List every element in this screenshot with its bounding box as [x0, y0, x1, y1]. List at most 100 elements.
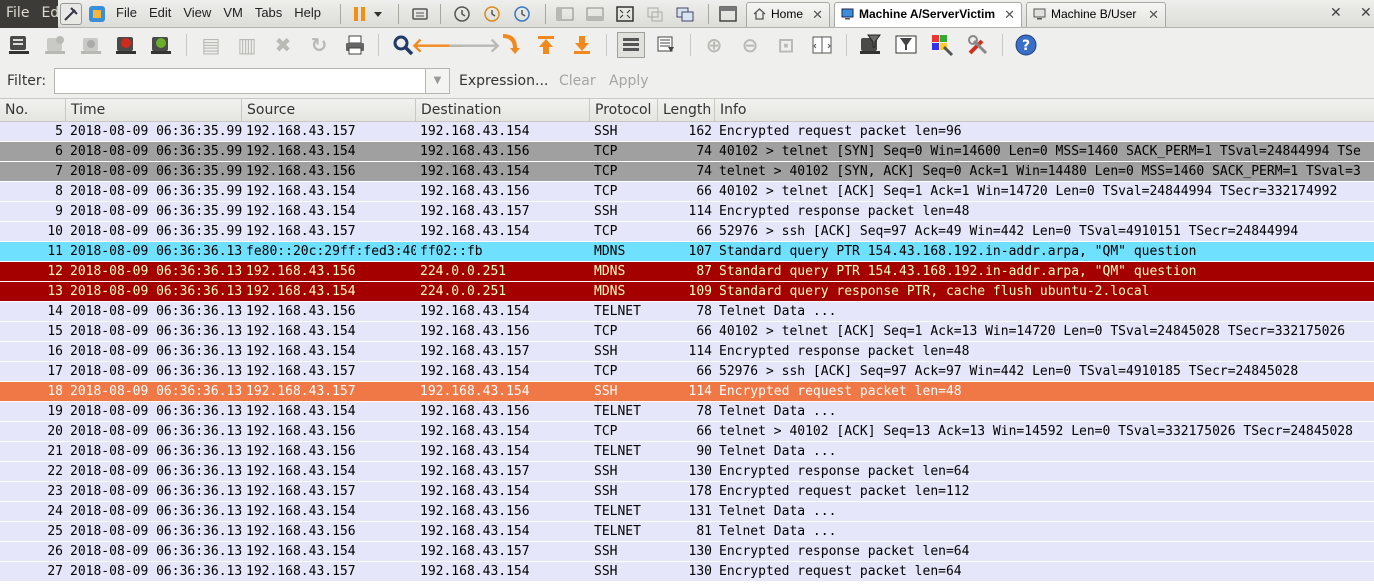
- expression-button[interactable]: Expression...: [459, 73, 548, 89]
- console-view-icon[interactable]: [585, 4, 605, 24]
- table-row[interactable]: 23 2018-08-09 06:36:36.13 192.168.43.157 19…: [0, 482, 1374, 502]
- column-header-source[interactable]: Source: [242, 99, 416, 121]
- tab-machine-b[interactable]: Machine B/User ✕: [1026, 2, 1166, 27]
- tab-home[interactable]: Home ✕: [746, 2, 830, 27]
- go-forward-icon[interactable]: 🡒: [447, 32, 501, 58]
- separator: [708, 4, 709, 24]
- pause-icon[interactable]: [350, 4, 370, 24]
- resize-columns-icon[interactable]: [809, 32, 835, 58]
- restart-capture-icon[interactable]: [148, 32, 174, 58]
- table-row[interactable]: 18 2018-08-09 06:36:36.13 192.168.43.157 19…: [0, 382, 1374, 402]
- close-icon[interactable]: ✕: [1360, 0, 1372, 26]
- colorize-icon[interactable]: [617, 32, 645, 58]
- tab-machine-a[interactable]: Machine A/ServerVictim ✕: [834, 2, 1022, 27]
- close-icon[interactable]: ✕: [1148, 3, 1159, 26]
- chevron-down-icon[interactable]: [372, 4, 384, 24]
- close-file-icon[interactable]: ✖: [270, 32, 296, 58]
- table-row[interactable]: 7 2018-08-09 06:36:35.99 192.168.43.156 192…: [0, 162, 1374, 182]
- table-row[interactable]: 16 2018-08-09 06:36:36.13 192.168.43.154 19…: [0, 342, 1374, 362]
- vm-menu-help[interactable]: Help: [288, 0, 327, 26]
- table-row[interactable]: 24 2018-08-09 06:36:36.13 192.168.43.154 19…: [0, 502, 1374, 522]
- table-row[interactable]: 10 2018-08-09 06:36:35.99 192.168.43.157 19…: [0, 222, 1374, 242]
- table-row[interactable]: 8 2018-08-09 06:36:35.99 192.168.43.154 192…: [0, 182, 1374, 202]
- table-row[interactable]: 20 2018-08-09 06:36:36.13 192.168.43.156 19…: [0, 422, 1374, 442]
- capture-filters-icon[interactable]: [857, 32, 883, 58]
- apply-button[interactable]: Apply: [609, 73, 649, 89]
- table-row[interactable]: 17 2018-08-09 06:36:36.13 192.168.43.157 19…: [0, 362, 1374, 382]
- table-row[interactable]: 12 2018-08-09 06:36:36.13 192.168.43.156 22…: [0, 262, 1374, 282]
- open-file-icon[interactable]: ▤: [198, 32, 224, 58]
- close-icon[interactable]: ✕: [1330, 0, 1342, 26]
- vm-menu-view[interactable]: View: [177, 0, 217, 26]
- cell-no: 26: [47, 544, 63, 559]
- send-keys-icon[interactable]: [410, 4, 430, 24]
- cell-info: 52976 > ssh [ACK] Seq=97 Ack=97 Win=442 …: [719, 364, 1299, 379]
- table-row[interactable]: 27 2018-08-09 06:36:36.13 192.168.43.157 19…: [0, 562, 1374, 582]
- interfaces-icon[interactable]: [6, 32, 32, 58]
- column-header-info[interactable]: Info: [715, 99, 1374, 121]
- table-row[interactable]: 14 2018-08-09 06:36:36.13 192.168.43.156 19…: [0, 302, 1374, 322]
- cell-source: 192.168.43.154: [246, 404, 356, 419]
- stop-capture-icon[interactable]: [113, 32, 139, 58]
- coloring-rules-icon[interactable]: [929, 32, 955, 58]
- table-row[interactable]: 15 2018-08-09 06:36:36.13 192.168.43.154 19…: [0, 322, 1374, 342]
- table-row[interactable]: 21 2018-08-09 06:36:36.13 192.168.43.156 19…: [0, 442, 1374, 462]
- table-row[interactable]: 5 2018-08-09 06:36:35.99 192.168.43.157 192…: [0, 122, 1374, 142]
- column-header-protocol[interactable]: Protocol: [590, 99, 658, 121]
- zoom-in-icon[interactable]: ⊕: [701, 32, 727, 58]
- svg-text:?: ?: [1022, 38, 1030, 54]
- table-row[interactable]: 6 2018-08-09 06:36:35.99 192.168.43.154 192…: [0, 142, 1374, 162]
- pin-icon[interactable]: [60, 3, 82, 25]
- cell-no: 22: [47, 464, 63, 479]
- preferences-icon[interactable]: [965, 32, 991, 58]
- vm-menu-vm[interactable]: VM: [217, 0, 249, 26]
- unity-icon[interactable]: [645, 4, 665, 24]
- table-row[interactable]: 22 2018-08-09 06:36:36.13 192.168.43.154 19…: [0, 462, 1374, 482]
- fullscreen-icon[interactable]: [615, 4, 635, 24]
- vm-menu-file[interactable]: File: [110, 0, 143, 26]
- filter-input[interactable]: [54, 68, 426, 94]
- separator: [1002, 34, 1003, 56]
- column-header-no[interactable]: No.: [0, 99, 66, 121]
- column-header-length[interactable]: Length: [658, 99, 715, 121]
- cell-info: Encrypted response packet len=64: [719, 544, 970, 559]
- vm-menu-edit[interactable]: Edit: [143, 0, 177, 26]
- clear-button[interactable]: Clear: [559, 73, 596, 89]
- column-header-destination[interactable]: Destination: [416, 99, 590, 121]
- normal-size-icon[interactable]: ⊡: [773, 32, 799, 58]
- filter-dropdown[interactable]: ▼: [426, 68, 450, 94]
- print-icon[interactable]: [342, 32, 368, 58]
- snapshot-take-icon[interactable]: [452, 4, 472, 24]
- close-icon[interactable]: ✕: [1004, 3, 1015, 26]
- reload-icon[interactable]: ↻: [306, 32, 332, 58]
- go-to-packet-icon[interactable]: [497, 32, 523, 58]
- capture-options-icon[interactable]: [42, 32, 68, 58]
- table-row[interactable]: 19 2018-08-09 06:36:36.13 192.168.43.154 19…: [0, 402, 1374, 422]
- vm-menu-tabs[interactable]: Tabs: [249, 0, 288, 26]
- start-capture-icon[interactable]: [78, 32, 104, 58]
- table-row[interactable]: 13 2018-08-09 06:36:36.13 192.168.43.154 22…: [0, 282, 1374, 302]
- separator: [398, 4, 399, 24]
- auto-scroll-icon[interactable]: [653, 32, 679, 58]
- multi-monitor-icon[interactable]: [675, 4, 695, 24]
- snapshot-revert-icon[interactable]: [482, 4, 502, 24]
- table-row[interactable]: 9 2018-08-09 06:36:35.99 192.168.43.154 192…: [0, 202, 1374, 222]
- display-filters-icon[interactable]: [893, 32, 919, 58]
- workspace-menu-edit[interactable]: Ed: [35, 0, 58, 26]
- sidebar-view-icon[interactable]: [555, 4, 575, 24]
- tab-label: Machine B/User: [1051, 7, 1137, 21]
- cell-time: 2018-08-09 06:36:36.13: [70, 364, 242, 379]
- last-packet-icon[interactable]: [569, 32, 595, 58]
- table-row[interactable]: 11 2018-08-09 06:36:36.13 fe80::20c:29ff:f…: [0, 242, 1374, 262]
- workspace-menu-file[interactable]: File: [0, 0, 35, 26]
- first-packet-icon[interactable]: [533, 32, 559, 58]
- column-header-time[interactable]: Time: [66, 99, 242, 121]
- zoom-out-icon[interactable]: ⊖: [737, 32, 763, 58]
- table-row[interactable]: 25 2018-08-09 06:36:36.13 192.168.43.156 19…: [0, 522, 1374, 542]
- table-row[interactable]: 26 2018-08-09 06:36:36.13 192.168.43.154 19…: [0, 542, 1374, 562]
- help-icon[interactable]: ?: [1013, 32, 1039, 58]
- close-icon[interactable]: ✕: [812, 3, 823, 26]
- snapshot-manager-icon[interactable]: [512, 4, 532, 24]
- library-icon[interactable]: [718, 4, 738, 24]
- save-file-icon[interactable]: ▥: [234, 32, 260, 58]
